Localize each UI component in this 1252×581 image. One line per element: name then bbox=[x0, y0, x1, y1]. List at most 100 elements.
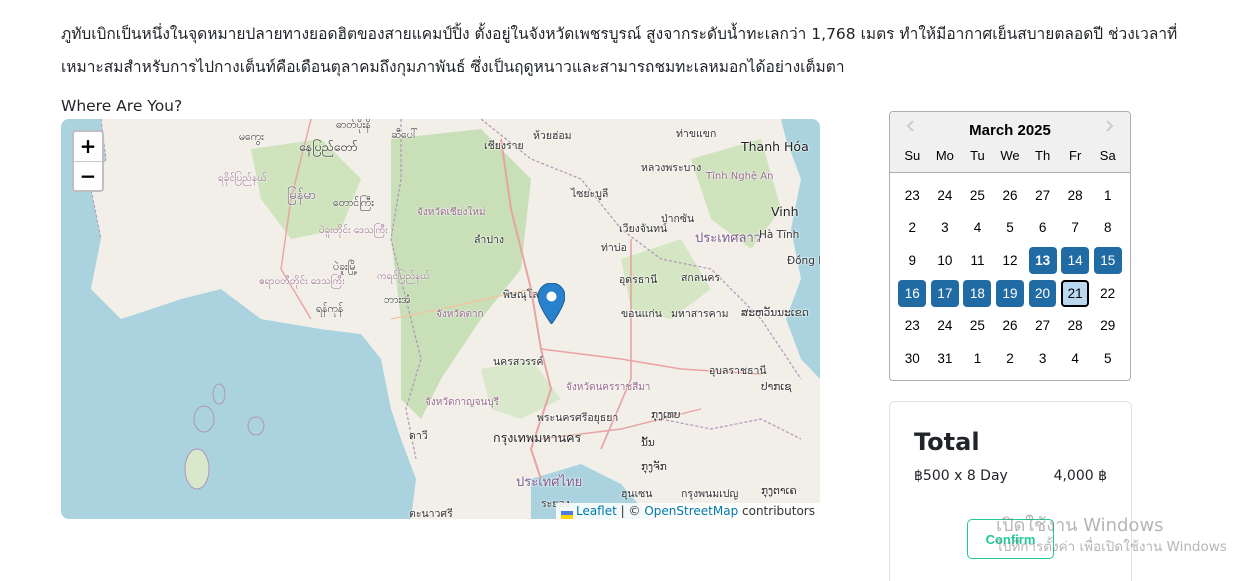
calendar-week: 9 10 11 12 13 14 15 bbox=[896, 244, 1124, 277]
map-label: ປາກເຊ bbox=[761, 381, 792, 393]
calendar-day[interactable]: 27 bbox=[1029, 182, 1057, 209]
map-label: เวียงจันทน์ bbox=[619, 223, 668, 235]
next-month-icon[interactable] bbox=[1102, 119, 1116, 133]
map-label: กรุงพนมเปญ bbox=[681, 488, 739, 500]
map-label: มหาสารคาม bbox=[671, 308, 729, 320]
map-label: Thanh Hóa bbox=[741, 139, 809, 154]
map-label: ตะนาวศรี bbox=[409, 508, 453, 519]
location-map[interactable]: ဓာတ်ပိုးနိ မကွေး နေပြည်တော် ဆီပေါ် ရခိုင… bbox=[61, 119, 820, 519]
calendar-day[interactable]: 23 bbox=[898, 312, 926, 339]
calendar-day-in-range[interactable]: 18 bbox=[963, 279, 992, 307]
map-label: ไซยะบูลี bbox=[571, 188, 609, 200]
calendar-day-in-range[interactable]: 20 bbox=[1028, 279, 1057, 307]
zoom-out-button[interactable]: − bbox=[74, 161, 102, 190]
calendar-day-in-range[interactable]: 17 bbox=[930, 279, 959, 307]
location-marker-icon[interactable] bbox=[538, 283, 565, 324]
map-label: สกลนคร bbox=[681, 272, 721, 284]
calendar-day[interactable]: 25 bbox=[964, 182, 992, 209]
calendar-day[interactable]: 4 bbox=[964, 214, 992, 241]
calendar-day[interactable]: 24 bbox=[931, 312, 959, 339]
calendar-day[interactable]: 9 bbox=[898, 247, 926, 274]
calendar-day-range-start[interactable]: 13 bbox=[1028, 246, 1057, 274]
leaflet-link[interactable]: Leaflet bbox=[576, 504, 617, 518]
calendar-day[interactable]: 10 bbox=[931, 247, 959, 274]
calendar-day[interactable]: 2 bbox=[898, 214, 926, 241]
calendar-day[interactable]: 23 bbox=[898, 182, 926, 209]
map-label: Tĩnh Nghệ An bbox=[706, 171, 774, 182]
weekday-label: Fr bbox=[1069, 148, 1082, 163]
weekday-label: We bbox=[1000, 148, 1020, 163]
map-label: นครสวรรค์ bbox=[493, 356, 544, 368]
calendar-day[interactable]: 28 bbox=[1061, 312, 1089, 339]
calendar-day[interactable]: 26 bbox=[996, 182, 1024, 209]
map-attribution: Leaflet | © OpenStreetMap contributors bbox=[555, 503, 820, 519]
map-label: ກຸງເທບ bbox=[651, 409, 681, 421]
calendar-day-in-range[interactable]: 14 bbox=[1061, 246, 1090, 274]
calendar-day[interactable]: 11 bbox=[964, 247, 992, 274]
date-picker: March 2025 Su Mo Tu We Th Fr Sa 23 24 25… bbox=[889, 111, 1131, 381]
attribution-suffix: contributors bbox=[742, 504, 815, 518]
calendar-day-in-range[interactable]: 15 bbox=[1093, 246, 1122, 274]
openstreetmap-link[interactable]: OpenStreetMap bbox=[644, 504, 738, 518]
calendar-day[interactable]: 4 bbox=[1061, 345, 1089, 372]
calendar-day[interactable]: 1 bbox=[1094, 182, 1122, 209]
zoom-in-button[interactable]: + bbox=[74, 132, 102, 161]
calendar-day[interactable]: 12 bbox=[996, 247, 1024, 274]
map-label: ดาวี bbox=[409, 430, 428, 442]
calendar-week: 23 24 25 26 27 28 1 bbox=[896, 179, 1124, 212]
calendar-day-in-range[interactable]: 19 bbox=[996, 279, 1024, 307]
map-label: จังหวัดนครราชสีมา bbox=[566, 382, 651, 393]
calendar-day[interactable]: 5 bbox=[996, 214, 1024, 241]
map-label: ขอนแก่น bbox=[621, 308, 662, 320]
calendar-day[interactable]: 29 bbox=[1094, 312, 1122, 339]
calendar-day[interactable]: 7 bbox=[1061, 214, 1089, 241]
location-description: ภูทับเบิกเป็นหนึ่งในจุดหมายปลายทางยอดฮิต… bbox=[61, 25, 1178, 76]
calendar-day[interactable]: 3 bbox=[931, 214, 959, 241]
calendar-day[interactable]: 28 bbox=[1061, 182, 1089, 209]
calendar-day[interactable]: 6 bbox=[1029, 214, 1057, 241]
calendar-day[interactable]: 22 bbox=[1094, 280, 1122, 307]
price-line: ฿500 x 8 Day 4,000 ฿ bbox=[914, 468, 1107, 484]
map-label: ရန်ကုန် bbox=[316, 303, 344, 315]
map-label: မကွေး bbox=[239, 131, 264, 143]
calendar-day[interactable]: 2 bbox=[996, 345, 1024, 372]
price-amount: 4,000 ฿ bbox=[1053, 468, 1107, 484]
calendar-day-range-end[interactable]: 21 bbox=[1061, 279, 1090, 307]
map-label: ท่าขแขก bbox=[676, 128, 717, 140]
ukraine-flag-icon bbox=[560, 508, 573, 519]
calendar-week: 23 24 25 26 27 28 29 bbox=[896, 309, 1124, 342]
calendar-day[interactable]: 25 bbox=[964, 312, 992, 339]
map-label: ဧရာဝတီတိုင်း ဒေသကြီး bbox=[259, 276, 345, 287]
map-label: ประเทศลาว bbox=[695, 231, 762, 246]
calendar-day[interactable]: 30 bbox=[898, 345, 926, 372]
weekday-header: Su Mo Tu We Th Fr Sa bbox=[896, 148, 1124, 163]
weekday-label: Su bbox=[904, 148, 921, 163]
calendar-day[interactable]: 27 bbox=[1029, 312, 1057, 339]
calendar-day-in-range[interactable]: 16 bbox=[898, 279, 927, 307]
map-label: พระนครศรีอยุธยา bbox=[537, 412, 619, 424]
attribution-separator: | © bbox=[620, 504, 641, 518]
calendar-day[interactable]: 31 bbox=[931, 345, 959, 372]
calendar-day[interactable]: 26 bbox=[996, 312, 1024, 339]
map-label: ป่ากซัน bbox=[661, 213, 695, 225]
calendar-day[interactable]: 3 bbox=[1029, 345, 1057, 372]
map-label: หลวงพระบาง bbox=[641, 162, 702, 174]
total-title: Total bbox=[914, 428, 980, 456]
weekday-label: Th bbox=[1035, 148, 1051, 163]
map-label: Đồng H bbox=[787, 255, 820, 267]
map-label: ဓာတ်ပိုးနိ bbox=[336, 119, 371, 131]
weekday-label: Tu bbox=[970, 148, 985, 163]
calendar-day[interactable]: 5 bbox=[1094, 345, 1122, 372]
map-label: อุดรธานี bbox=[619, 274, 658, 286]
calendar-header: March 2025 Su Mo Tu We Th Fr Sa bbox=[890, 112, 1130, 173]
map-label: ท่าบ่อ bbox=[601, 242, 627, 254]
map-label: กรุงเทพมหานคร bbox=[493, 430, 582, 445]
map-label: ກຸງຈັກ bbox=[641, 461, 667, 473]
map-label: ກຸງຕາເຄ bbox=[761, 485, 797, 497]
map-title: Where Are You? bbox=[61, 97, 183, 115]
map-label: จังหวัดกาญจนบุรี bbox=[425, 397, 500, 408]
calendar-grid: 23 24 25 26 27 28 1 2 3 4 5 6 7 8 9 10 1… bbox=[896, 179, 1124, 375]
calendar-day[interactable]: 1 bbox=[964, 345, 992, 372]
calendar-day[interactable]: 8 bbox=[1094, 214, 1122, 241]
calendar-day[interactable]: 24 bbox=[931, 182, 959, 209]
